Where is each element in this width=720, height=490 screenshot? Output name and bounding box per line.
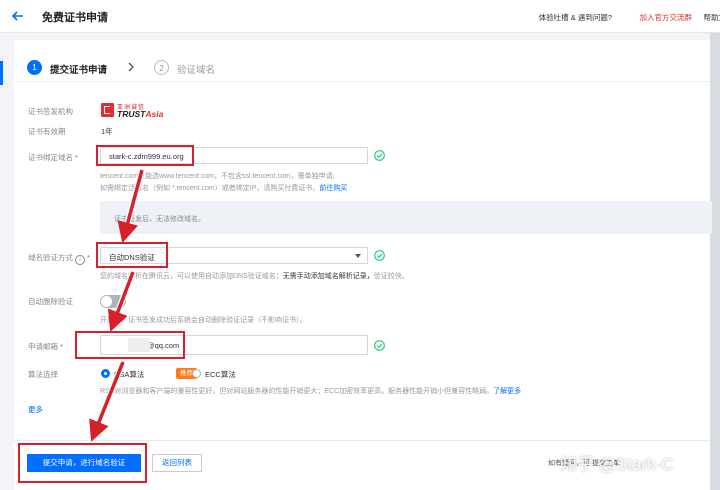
algorithm-label: 算法选择 xyxy=(28,370,58,379)
verify-method-label-text: 域名验证方式 xyxy=(28,253,73,262)
algorithm-hint-text: RSA对浏览器和客户端的兼容性更好，但对网站服务器的性能开销更大；ECC加密效率… xyxy=(100,388,494,395)
scrollbar[interactable] xyxy=(710,33,720,490)
domain-label-text: 证书绑定域名 xyxy=(28,153,73,162)
trustasia-logo-mark xyxy=(101,103,114,117)
required-mark: * xyxy=(75,153,78,162)
feedback-text: 体验吐槽 & 遇到问题? xyxy=(538,13,612,22)
annotation-box-email xyxy=(75,331,185,359)
domain-valid-check-icon xyxy=(374,150,385,161)
toggle-knob xyxy=(101,296,112,307)
logo-text-asia: Asia xyxy=(145,109,164,119)
email-label: 申请邮箱 * xyxy=(28,341,63,352)
domain-notice-text: 证书签发后，无法修改域名。 xyxy=(114,216,205,223)
required-mark: * xyxy=(60,342,63,351)
domain-label: 证书绑定域名 * xyxy=(28,152,78,163)
domain-notice-box: 证书签发后，无法修改域名。 xyxy=(100,201,712,234)
step-2-number: 2 xyxy=(154,60,169,75)
verify-hint: 您的域名解析在腾讯云，可以使用自动添加DNS验证域名；无需手动添加域名解析记录，… xyxy=(100,271,409,281)
algorithm-hint: RSA对浏览器和客户端的兼容性更好，但对网站服务器的性能开销更大；ECC加密效率… xyxy=(100,386,521,396)
verify-hint-c: 验证较快。 xyxy=(373,273,409,280)
trustasia-logo-en: TRUSTAsia xyxy=(117,109,163,119)
page-title: 免费证书申请 xyxy=(42,12,108,24)
rsa-radio[interactable] xyxy=(101,369,110,378)
issuer-label: 证书签发机构 xyxy=(28,107,73,116)
left-rail-active-marker xyxy=(0,61,3,85)
help-link[interactable]: 帮助文 xyxy=(704,12,720,23)
back-arrow-icon[interactable] xyxy=(9,7,27,25)
trustasia-logo: 亚洲诚信 TRUSTAsia xyxy=(101,103,167,119)
more-toggle[interactable]: 更多 xyxy=(28,404,43,415)
domain-hint-text: 如需绑定泛域名（例如 *.tencent.com）或者绑定IP，请购买付费证书。 xyxy=(100,185,320,192)
verify-hint-a: 您的域名解析在腾讯云，可以使用自动添加DNS验证域名； xyxy=(100,273,283,280)
buy-link[interactable]: 前往购买 xyxy=(319,185,347,192)
validity-label: 证书有效期 xyxy=(28,127,66,136)
auto-delete-label: 自动删除验证 xyxy=(28,297,73,306)
validity-value: 1年 xyxy=(101,127,113,136)
rsa-label[interactable]: RSA算法 xyxy=(114,369,144,380)
ecc-radio[interactable] xyxy=(192,369,201,378)
auto-delete-toggle[interactable] xyxy=(100,295,126,308)
auto-delete-hint: 开启后，证书签发成功后系统会自动删除验证记录（不影响证书）。 xyxy=(100,317,307,324)
top-header: 免费证书申请 体验吐槽 & 遇到问题? 加入官方交流群 帮助文 xyxy=(0,0,720,33)
step-bar: 1 提交证书申请 2 验证域名 xyxy=(14,54,710,82)
domain-hint-line-2: 如需绑定泛域名（例如 *.tencent.com）或者绑定IP，请购买付费证书。… xyxy=(100,183,347,193)
learn-more-link[interactable]: 了解更多 xyxy=(493,388,521,395)
email-valid-check-icon xyxy=(374,340,385,351)
email-label-text: 申请邮箱 xyxy=(28,342,58,351)
chevron-right-icon xyxy=(128,62,134,72)
verify-method-label: 域名验证方式 i * xyxy=(28,252,90,265)
required-mark: * xyxy=(87,253,90,262)
verify-valid-check-icon xyxy=(374,250,385,261)
domain-hint-line-1: tencent.com只能选www.tencent.com，不包含ssl.ten… xyxy=(100,173,335,180)
back-to-list-button[interactable]: 返回列表 xyxy=(152,454,202,472)
verify-hint-b: 无需手动添加域名解析记录， xyxy=(282,273,374,280)
logo-text-trust: TRUST xyxy=(117,109,146,119)
annotation-box-verify xyxy=(96,242,168,268)
ecc-label[interactable]: ECC算法 xyxy=(205,369,236,380)
join-group-link[interactable]: 加入官方交流群 xyxy=(640,12,693,23)
caret-down-icon xyxy=(355,254,361,258)
step-2-label: 验证域名 xyxy=(177,65,216,76)
annotation-box-submit xyxy=(18,443,147,483)
zhihu-watermark: 知乎 @Stark-C xyxy=(560,455,674,474)
annotation-box-domain xyxy=(96,145,194,166)
step-1-label: 提交证书申请 xyxy=(50,65,108,76)
left-rail xyxy=(0,33,14,490)
info-icon[interactable]: i xyxy=(75,255,85,265)
step-1-number: 1 xyxy=(27,60,42,75)
